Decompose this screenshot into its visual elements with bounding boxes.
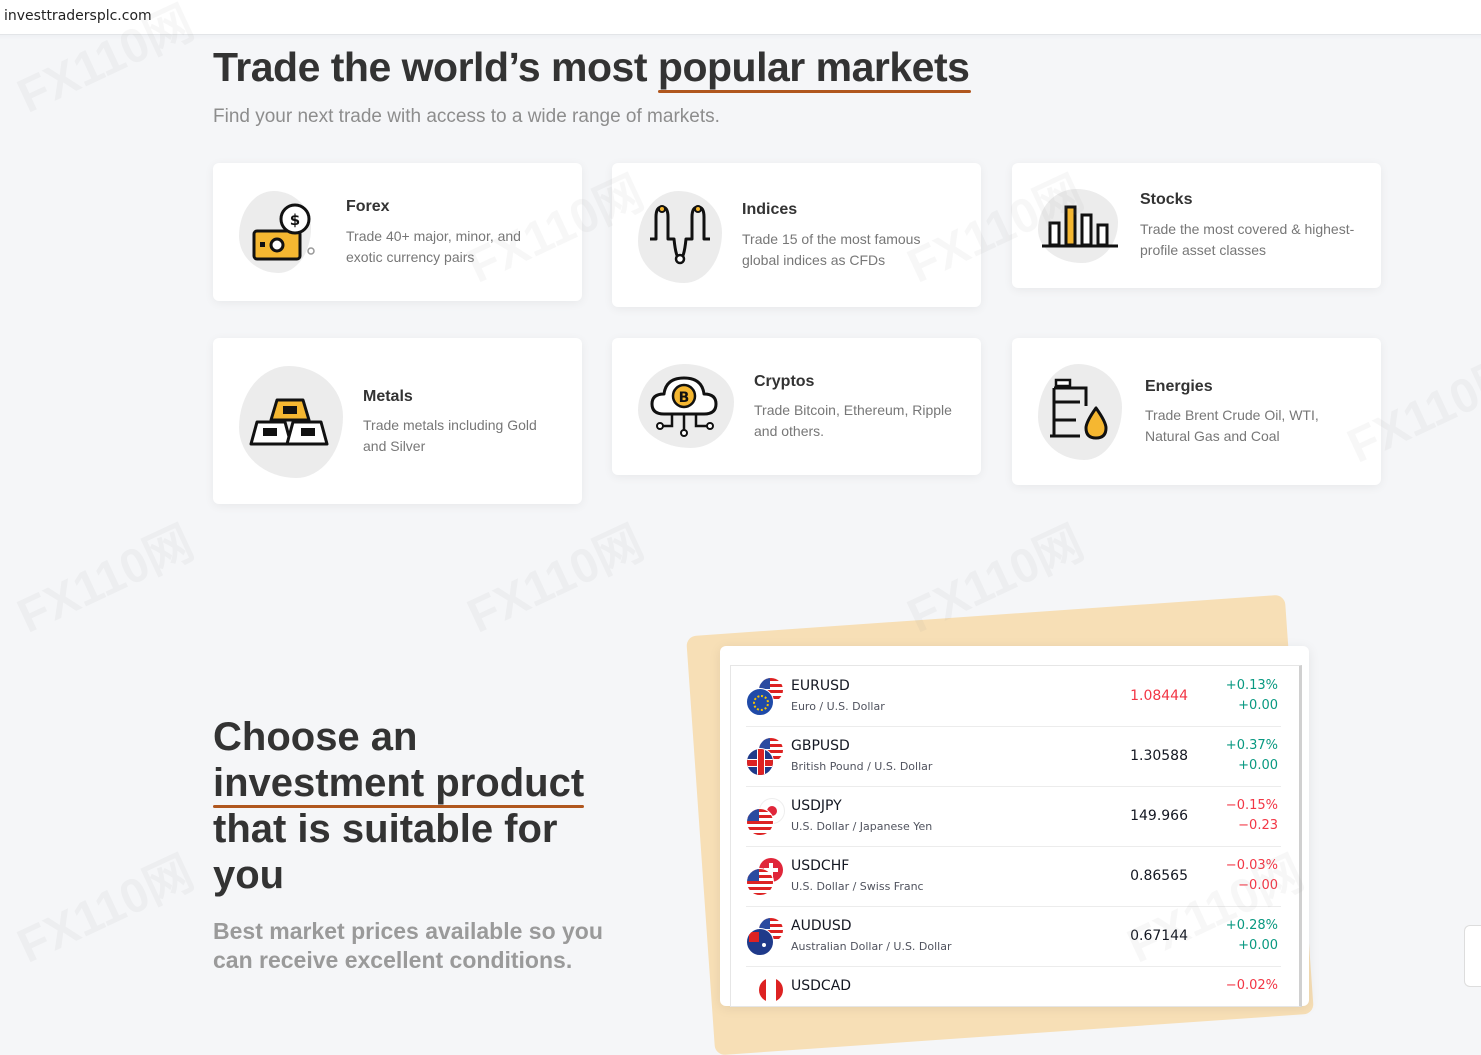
market-card-metals[interactable]: Metals Trade metals including Gold and S…	[213, 338, 582, 504]
card-title: Cryptos	[754, 373, 815, 390]
hero-title: Trade the world’s most popular markets	[213, 44, 971, 93]
quote-change-percent: +0.13%	[1225, 678, 1278, 693]
quote-price: 0.67144	[1130, 928, 1188, 944]
card-desc: Trade Bitcoin, Ethereum, Ripple and othe…	[754, 402, 952, 439]
eu-flag-icon	[746, 688, 774, 716]
currency-pair-flags	[746, 978, 786, 1006]
quote-name: Euro / U.S. Dollar	[791, 700, 885, 713]
watermark: FX110网	[459, 516, 652, 644]
url-text[interactable]: investtradersplc.com	[4, 8, 152, 24]
australia-flag-icon	[746, 928, 774, 956]
quote-symbol: USDCHF	[791, 858, 850, 874]
quote-row-usdjpy[interactable]: USDJPY U.S. Dollar / Japanese Yen 149.96…	[746, 786, 1281, 847]
currency-pair-flags	[746, 858, 786, 896]
oil-barrel-icon	[1050, 378, 1108, 440]
quote-row-eurusd[interactable]: EURUSD Euro / U.S. Dollar 1.08444 +0.13%…	[746, 666, 1281, 727]
watermark: FX110网	[9, 516, 202, 644]
quote-change-percent: +0.37%	[1225, 738, 1278, 753]
signal-wave-icon	[650, 205, 710, 265]
invest-title: Choose an investment product that is sui…	[213, 714, 633, 898]
hero-subtitle: Find your next trade with access to a wi…	[213, 106, 720, 127]
side-tab-handle[interactable]	[1464, 925, 1481, 987]
canada-flag-icon	[759, 978, 783, 1002]
quote-change-percent: −0.15%	[1225, 798, 1278, 813]
card-title: Stocks	[1140, 191, 1193, 208]
card-desc: Trade Brent Crude Oil, WTI, Natural Gas …	[1145, 407, 1319, 444]
watermark: FX110网	[9, 846, 202, 974]
quote-price: 1.08444	[1130, 688, 1188, 704]
svg-text:B: B	[679, 390, 690, 406]
market-card-indices[interactable]: Indices Trade 15 of the most famous glob…	[612, 163, 981, 307]
card-title: Forex	[346, 198, 390, 215]
bar-chart-icon	[1042, 205, 1118, 248]
quote-change-percent: −0.03%	[1225, 858, 1278, 873]
quote-change-percent: −0.02%	[1225, 978, 1278, 993]
invest-title-line4: you	[213, 853, 285, 897]
url-bar-shadow	[0, 35, 1481, 40]
market-quotes-widget: EURUSD Euro / U.S. Dollar 1.08444 +0.13%…	[720, 646, 1309, 1007]
uk-flag-icon	[746, 748, 774, 776]
hero-title-highlight: popular markets	[657, 44, 971, 93]
invest-subtitle: Best market prices available so you can …	[213, 918, 603, 973]
quote-row-usdcad[interactable]: USDCAD −0.02%	[746, 966, 1281, 1006]
currency-pair-flags	[746, 738, 786, 776]
quotes-frame[interactable]: EURUSD Euro / U.S. Dollar 1.08444 +0.13%…	[730, 665, 1302, 1007]
quote-name: British Pound / U.S. Dollar	[791, 760, 933, 773]
market-card-energies[interactable]: Energies Trade Brent Crude Oil, WTI, Nat…	[1012, 338, 1381, 485]
card-title: Energies	[1145, 378, 1213, 395]
card-desc: Trade metals including Gold and Silver	[363, 417, 537, 454]
quote-symbol: EURUSD	[791, 678, 850, 694]
card-title: Indices	[742, 201, 798, 218]
gold-bars-icon	[249, 398, 329, 446]
quote-change: −0.00	[1238, 878, 1278, 893]
quote-symbol: GBPUSD	[791, 738, 850, 754]
quote-price: 1.30588	[1130, 748, 1188, 764]
quote-change: +0.00	[1238, 758, 1278, 773]
card-title: Metals	[363, 388, 413, 405]
quote-row-gbpusd[interactable]: GBPUSD British Pound / U.S. Dollar 1.305…	[746, 726, 1281, 787]
invest-title-line1: Choose an	[213, 715, 418, 759]
us-flag-icon	[746, 868, 774, 896]
market-card-forex[interactable]: $ Forex Trade 40+ major, minor, and exot…	[213, 163, 582, 301]
currency-pair-flags	[746, 678, 786, 716]
quote-change: +0.00	[1238, 698, 1278, 713]
market-card-cryptos[interactable]: B Cryptos Trade Bitcoin, Ethereum, Rippl…	[612, 338, 981, 475]
quote-symbol: USDJPY	[791, 798, 842, 814]
svg-text:$: $	[290, 211, 300, 229]
quote-name: U.S. Dollar / Japanese Yen	[791, 820, 933, 833]
quote-name: Australian Dollar / U.S. Dollar	[791, 940, 952, 953]
quote-price: 0.86565	[1130, 868, 1188, 884]
card-desc: Trade 40+ major, minor, and exotic curre…	[346, 228, 521, 265]
browser-url-bar[interactable]: investtradersplc.com	[0, 0, 1481, 35]
hero-title-lead: Trade the world’s most	[213, 44, 658, 90]
quote-symbol: AUDUSD	[791, 918, 852, 934]
card-desc: Trade the most covered & highest-profile…	[1140, 221, 1355, 258]
quote-price: 149.966	[1130, 808, 1188, 824]
bitcoin-cloud-icon: B	[650, 376, 718, 437]
us-flag-icon	[746, 808, 774, 836]
money-bill-dollar-icon: $	[252, 203, 315, 261]
invest-title-line2: investment product	[213, 761, 585, 808]
quote-change-percent: +0.28%	[1225, 918, 1278, 933]
quote-name: U.S. Dollar / Swiss Franc	[791, 880, 924, 893]
quote-row-audusd[interactable]: AUDUSD Australian Dollar / U.S. Dollar 0…	[746, 906, 1281, 967]
currency-pair-flags	[746, 918, 786, 956]
quote-row-usdchf[interactable]: USDCHF U.S. Dollar / Swiss Franc 0.86565…	[746, 846, 1281, 907]
invest-title-line3: that is suitable for	[213, 807, 558, 851]
market-card-stocks[interactable]: Stocks Trade the most covered & highest-…	[1012, 163, 1381, 288]
quote-change: −0.23	[1238, 818, 1278, 833]
quote-change: +0.00	[1238, 938, 1278, 953]
card-desc: Trade 15 of the most famous global indic…	[742, 231, 921, 268]
currency-pair-flags	[746, 798, 786, 836]
